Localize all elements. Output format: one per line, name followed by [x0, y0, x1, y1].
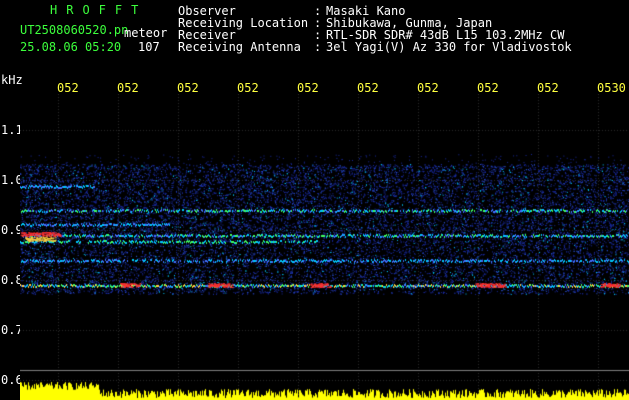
x-tick-label: 052 — [57, 81, 79, 95]
date-time: 25.08.06 05:20 — [20, 40, 122, 54]
antenna-colon: : — [314, 40, 322, 54]
meteor-count: 107 — [138, 40, 160, 54]
x-tick-label: 052 — [537, 81, 559, 95]
x-tick-label: 052 — [237, 81, 259, 95]
antenna-value: 3el Yagi(V) Az 330 for Vladivostok — [326, 40, 572, 54]
x-tick-label: 052 — [297, 81, 319, 95]
spectrogram-plot — [20, 94, 629, 400]
antenna-label: Receiving Antenna — [178, 40, 301, 54]
app-logo-text: HROFFT — [50, 3, 148, 17]
file-name: UT2508060520.pn — [20, 23, 129, 37]
x-tick-label: 052 — [417, 81, 439, 95]
x-tick-label: 052 — [477, 81, 499, 95]
meteor-label: meteor — [124, 26, 168, 40]
hrofft-display: HROFFT UT2508060520.pn meteor 25.08.06 0… — [0, 0, 629, 400]
x-tick-label: 052 — [357, 81, 379, 95]
y-axis-unit: kHz — [1, 73, 23, 87]
x-tick-label: 052 — [117, 81, 139, 95]
spectrogram-canvas — [20, 94, 629, 400]
x-tick-label: 0530 — [597, 81, 626, 95]
x-tick-label: 052 — [177, 81, 199, 95]
